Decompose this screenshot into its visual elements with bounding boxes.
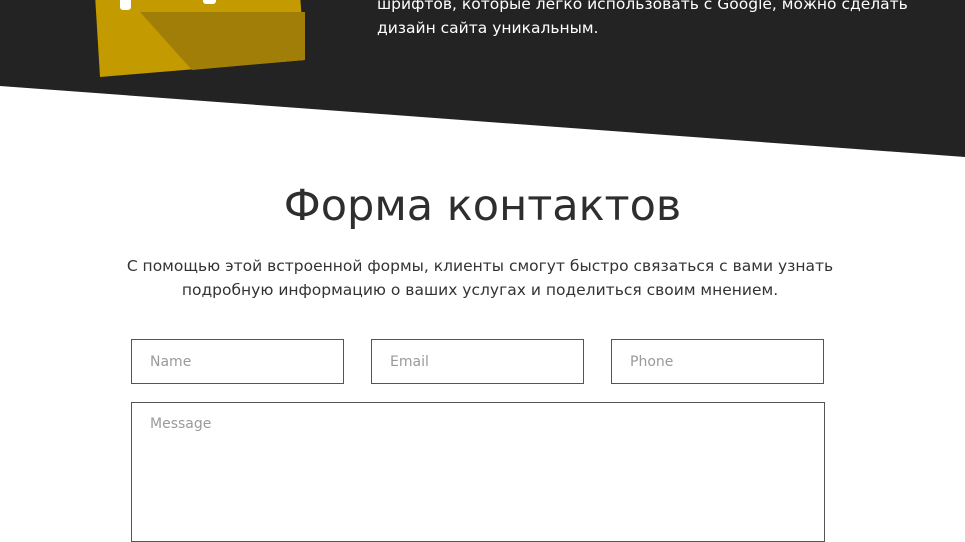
name-input[interactable] (131, 339, 344, 384)
font-icon-glyph-left (120, 0, 131, 10)
hero-description: шрифтов, которые легко использовать с Go… (377, 0, 937, 40)
contact-form-description: С помощью этой встроенной формы, клиенты… (100, 254, 860, 302)
message-textarea[interactable] (131, 402, 825, 542)
font-icon-glyph-right (203, 0, 216, 4)
hero-description-line-2: дизайн сайта уникальным. (377, 19, 599, 37)
contact-description-line-1: С помощью этой встроенной формы, клиенты… (126, 257, 834, 275)
phone-input[interactable] (611, 339, 824, 384)
contact-description-line-2: подробную информацию о ваших услугах и п… (181, 281, 779, 299)
contact-form-title: Форма контактов (283, 181, 682, 231)
hero-description-line-1: шрифтов, которые легко использовать с Go… (377, 0, 908, 13)
email-input[interactable] (371, 339, 584, 384)
